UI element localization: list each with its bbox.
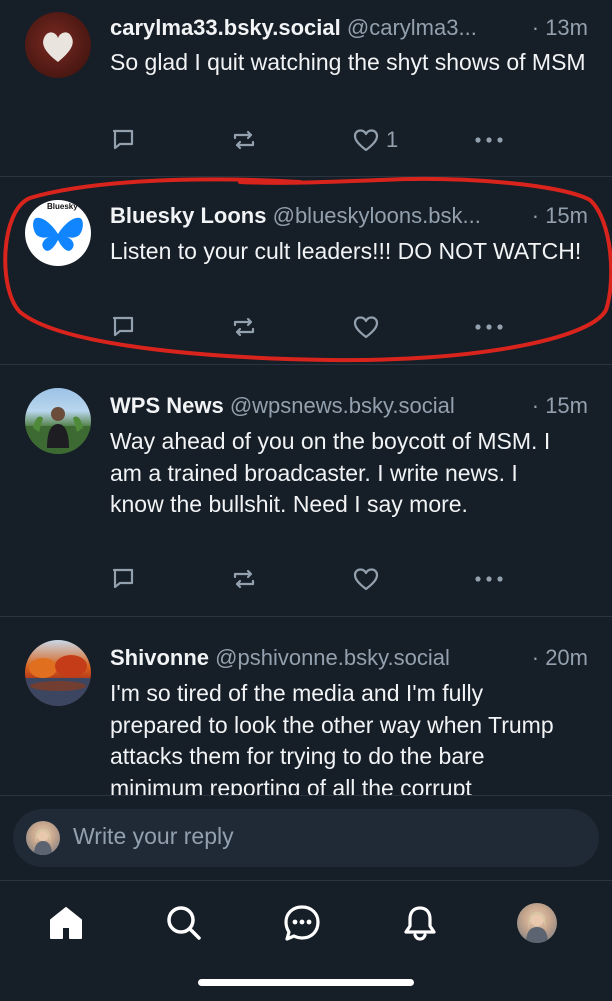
- more-icon: [475, 576, 503, 582]
- bell-icon: [404, 906, 436, 941]
- avatar[interactable]: [25, 388, 91, 454]
- post-time: · 15m: [525, 392, 588, 420]
- more-button[interactable]: [474, 312, 504, 342]
- post-item[interactable]: carylma33.bsky.social @carylma3... · 13m…: [0, 0, 612, 177]
- reply-button[interactable]: [110, 312, 136, 342]
- repost-button[interactable]: [231, 125, 257, 155]
- post-header: Bluesky Loons @blueskyloons.bsk... · 15m: [110, 202, 588, 230]
- author-handle[interactable]: @wpsnews.bsky.social: [230, 393, 455, 418]
- post-time: · 13m: [525, 14, 588, 42]
- autumn-lake-photo: [25, 655, 91, 706]
- post-text: So glad I quit watching the shyt shows o…: [110, 49, 586, 75]
- author-handle[interactable]: @blueskyloons.bsk...: [273, 203, 481, 228]
- tab-notifications[interactable]: [398, 901, 442, 945]
- person-photo: [25, 407, 91, 454]
- reply-input[interactable]: Write your reply: [13, 809, 599, 867]
- post-actions: [0, 564, 612, 594]
- avatar[interactable]: Bluesky: [25, 200, 91, 266]
- reply-placeholder: Write your reply: [73, 823, 234, 849]
- post-text: I'm so tired of the media and I'm fully …: [110, 680, 554, 795]
- user-avatar: [26, 821, 60, 855]
- like-count: 1: [386, 127, 399, 152]
- heart-icon: [353, 568, 379, 591]
- author-name[interactable]: carylma33.bsky.social: [110, 15, 341, 40]
- post-item[interactable]: Bluesky Bluesky Loons @blueskyloons.bsk.…: [0, 176, 612, 365]
- more-icon: [475, 137, 503, 143]
- like-button[interactable]: [352, 312, 380, 342]
- tab-search[interactable]: [162, 901, 206, 945]
- more-icon: [475, 324, 503, 330]
- post-time: · 15m: [525, 202, 588, 230]
- author-name[interactable]: WPS News: [110, 393, 224, 418]
- search-icon: [167, 906, 201, 940]
- author-name[interactable]: Bluesky Loons: [110, 203, 266, 228]
- repost-icon: [233, 569, 255, 589]
- repost-icon: [233, 317, 255, 337]
- post-actions: 1: [0, 125, 612, 155]
- post-header: carylma33.bsky.social @carylma3... · 13m: [110, 14, 588, 42]
- more-button[interactable]: [474, 564, 504, 594]
- heart-icon: [353, 316, 379, 339]
- profile-avatar: [517, 903, 557, 943]
- author-handle[interactable]: @carylma3...: [347, 15, 477, 40]
- post-text: Listen to your cult leaders!!! DO NOT WA…: [110, 238, 582, 264]
- reply-button[interactable]: [110, 564, 136, 594]
- heart-icon: [353, 129, 379, 152]
- chat-icon: [284, 905, 320, 941]
- author-name[interactable]: Shivonne: [110, 645, 209, 670]
- post-header: WPS News @wpsnews.bsky.social · 15m: [110, 392, 588, 420]
- heart-stone-image: [43, 32, 73, 62]
- like-button[interactable]: 1: [352, 125, 398, 155]
- home-indicator[interactable]: [198, 979, 414, 986]
- repost-button[interactable]: [231, 312, 257, 342]
- reply-icon: [112, 316, 134, 337]
- profile-photo: [526, 912, 548, 943]
- post-actions: [0, 312, 612, 342]
- reply-button[interactable]: [110, 125, 136, 155]
- avatar-label: Bluesky: [47, 202, 78, 211]
- home-icon: [50, 907, 82, 939]
- post-header: Shivonne @pshivonne.bsky.social · 20m: [110, 644, 588, 672]
- avatar[interactable]: [25, 12, 91, 78]
- avatar[interactable]: [25, 640, 91, 706]
- post-item[interactable]: Shivonne @pshivonne.bsky.social · 20m I'…: [0, 616, 612, 795]
- like-button[interactable]: [352, 564, 380, 594]
- post-item[interactable]: WPS News @wpsnews.bsky.social · 15m Way …: [0, 364, 612, 617]
- repost-button[interactable]: [231, 564, 257, 594]
- tab-chat[interactable]: [280, 901, 324, 945]
- more-button[interactable]: [474, 125, 504, 155]
- tab-home[interactable]: [44, 901, 88, 945]
- tab-profile[interactable]: [515, 901, 559, 945]
- post-feed: carylma33.bsky.social @carylma3... · 13m…: [0, 0, 612, 795]
- post-text: Way ahead of you on the boycott of MSM. …: [110, 428, 551, 517]
- post-time: · 20m: [525, 644, 588, 672]
- reply-bar: Write your reply: [0, 795, 612, 881]
- reply-icon: [112, 129, 134, 150]
- author-handle[interactable]: @pshivonne.bsky.social: [215, 645, 450, 670]
- reply-icon: [112, 568, 134, 589]
- repost-icon: [233, 130, 255, 150]
- user-photo: [34, 829, 52, 855]
